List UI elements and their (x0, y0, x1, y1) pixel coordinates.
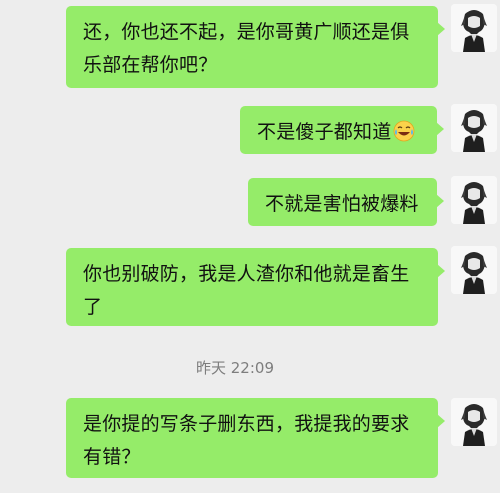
user-avatar-icon (451, 176, 497, 224)
avatar[interactable] (451, 104, 497, 152)
user-avatar-icon (451, 398, 497, 446)
message-text-line: 你也别破防，我是人渣你和他就是畜生 (83, 263, 410, 285)
user-avatar-icon (451, 4, 497, 52)
avatar[interactable] (451, 176, 497, 224)
user-avatar-icon (451, 246, 497, 294)
message-bubble[interactable]: 你也别破防，我是人渣你和他就是畜生 了 (66, 248, 445, 326)
avatar[interactable] (451, 4, 497, 52)
message-text-line: 还，你也还不起，是你哥黄广顺还是俱 (83, 21, 410, 43)
avatar[interactable] (451, 246, 497, 294)
laughing-tears-emoji-icon (394, 120, 415, 142)
message-text-line: 有错？ (83, 446, 141, 468)
message-bubble[interactable]: 还，你也还不起，是你哥黄广顺还是俱 乐部在帮你吧？ (66, 6, 445, 88)
chat-window: 还，你也还不起，是你哥黄广顺还是俱 乐部在帮你吧？ 不是傻子都知道 不就是害怕被… (0, 0, 500, 493)
avatar[interactable] (451, 398, 497, 446)
message-text-line: 乐部在帮你吧？ (83, 54, 218, 76)
message-bubble[interactable]: 是你提的写条子删东西，我提我的要求 有错？ (66, 398, 445, 478)
message-bubble[interactable]: 不是傻子都知道 (240, 106, 444, 154)
message-bubble[interactable]: 不就是害怕被爆料 (248, 178, 444, 226)
user-avatar-icon (451, 104, 497, 152)
message-text: 不是傻子都知道 (257, 121, 392, 143)
timestamp: 昨天 22:09 (196, 359, 274, 377)
message-text-line: 是你提的写条子删东西，我提我的要求 (83, 413, 410, 435)
message-text: 不就是害怕被爆料 (265, 193, 419, 215)
message-text-line: 了 (83, 296, 103, 318)
